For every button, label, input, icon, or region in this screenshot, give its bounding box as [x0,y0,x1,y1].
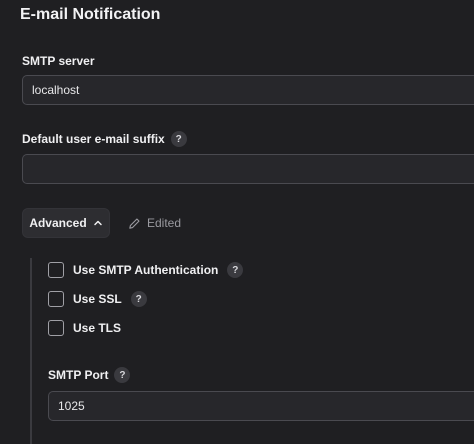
tls-checkbox[interactable] [48,320,64,336]
ssl-help-icon[interactable]: ? [130,291,147,307]
advanced-button-label: Advanced [29,216,87,230]
smtp-auth-help-icon[interactable]: ? [227,262,244,278]
smtp-auth-checkbox[interactable] [48,262,64,278]
smtp-server-input[interactable] [22,75,474,105]
edited-label: Edited [147,216,182,230]
smtp-auth-option[interactable]: Use SMTP Authentication ? [48,262,244,278]
smtp-server-label-text: SMTP server [22,54,95,68]
smtp-port-label-text: SMTP Port [48,368,109,382]
tls-label: Use TLS [73,321,122,335]
advanced-section-divider [30,258,32,444]
smtp-port-input[interactable] [48,391,474,421]
suffix-input[interactable] [22,154,474,184]
ssl-label: Use SSL [73,292,122,306]
suffix-label-text: Default user e-mail suffix [22,132,165,146]
smtp-auth-label: Use SMTP Authentication [73,263,219,277]
ssl-option[interactable]: Use SSL ? [48,291,147,307]
smtp-port-label: SMTP Port ? [48,367,131,383]
tls-option[interactable]: Use TLS [48,320,121,336]
advanced-button[interactable]: Advanced [22,208,110,238]
chevron-up-icon [93,220,102,226]
pencil-icon [129,217,140,229]
smtp-server-label: SMTP server [22,54,95,68]
smtp-port-help-icon[interactable]: ? [114,367,131,383]
ssl-checkbox[interactable] [48,291,64,307]
edited-indicator: Edited [128,216,181,230]
section-title: E-mail Notification [20,6,161,23]
suffix-label: Default user e-mail suffix ? [22,131,187,147]
suffix-help-icon[interactable]: ? [170,131,187,147]
